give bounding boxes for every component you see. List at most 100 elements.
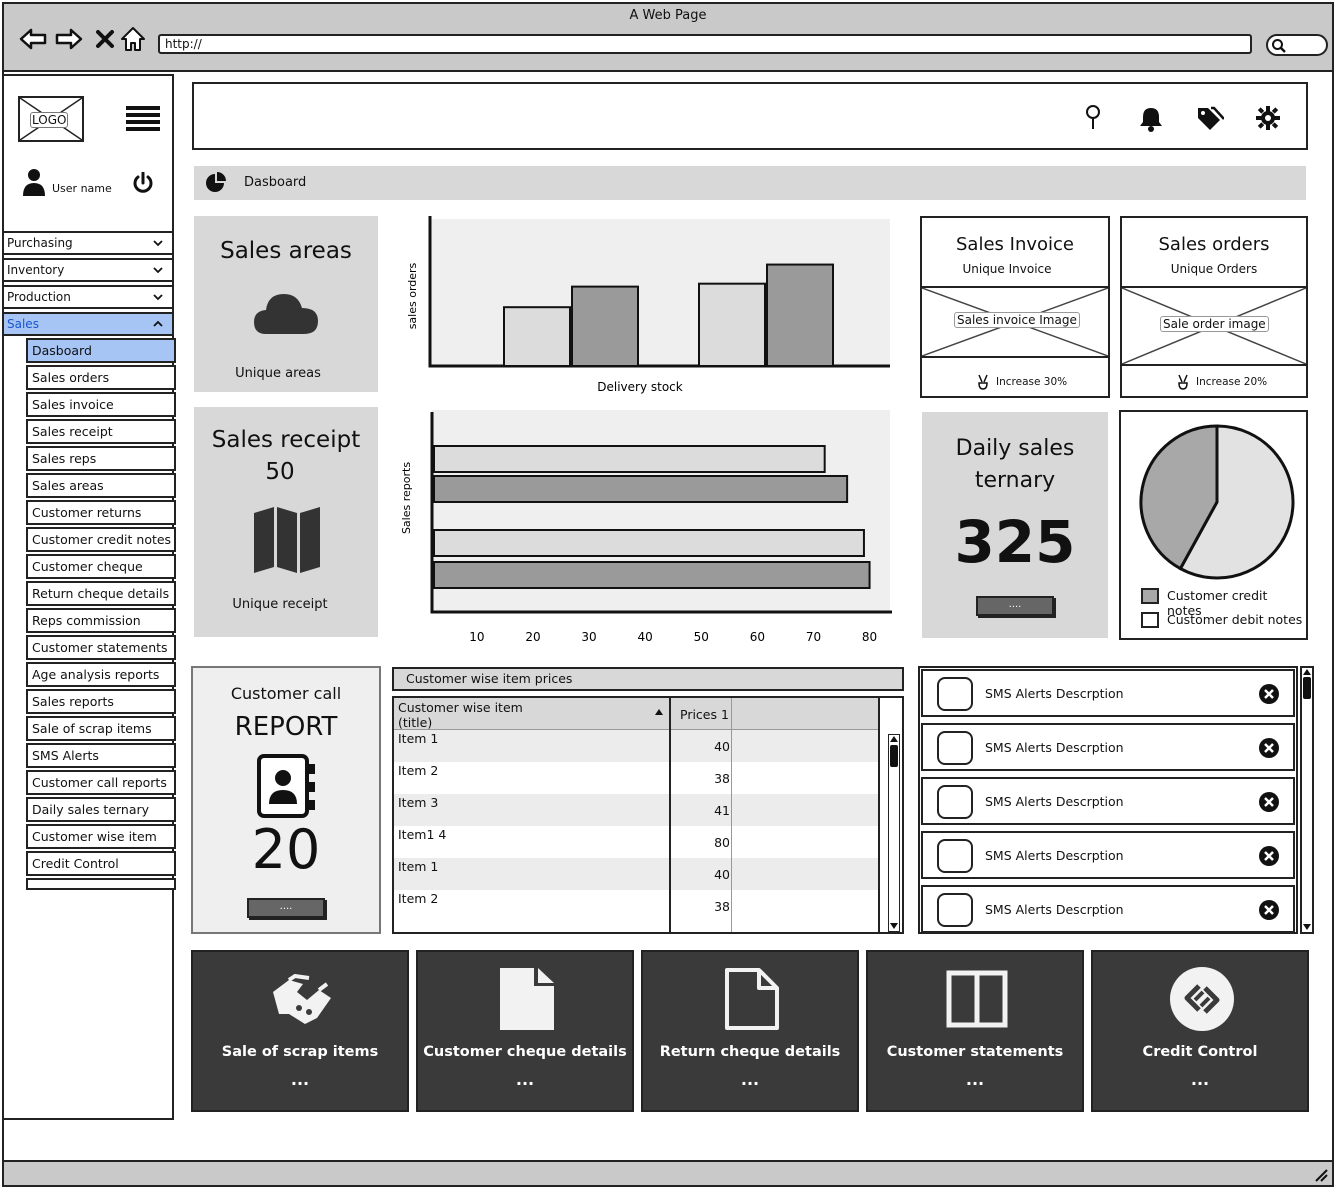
sidebar-section-production[interactable]: Production — [4, 285, 172, 309]
scroll-up-icon[interactable] — [1303, 669, 1311, 675]
hamburger-menu-icon[interactable] — [126, 106, 160, 136]
sidebar-item-sales-reports[interactable]: Sales reports — [26, 689, 176, 714]
bar-group1-bar1[interactable] — [503, 306, 571, 367]
power-icon[interactable] — [132, 171, 154, 198]
close-circle-icon[interactable] — [1259, 792, 1279, 812]
bar-group2-bar2[interactable] — [766, 263, 834, 367]
sidebar-item-customer-statements[interactable]: Customer statements — [26, 635, 176, 660]
sidebar-item-blank[interactable] — [26, 878, 176, 890]
table-row[interactable]: Item 2 38 — [394, 890, 878, 922]
tile-more[interactable]: ... — [418, 1070, 632, 1089]
sidebar-item-sales-receipt[interactable]: Sales receipt — [26, 419, 176, 444]
hbar-3[interactable] — [433, 529, 865, 557]
map-pin-icon[interactable] — [1084, 104, 1102, 130]
sms-alert-checkbox[interactable] — [937, 731, 973, 765]
scroll-thumb[interactable] — [1303, 677, 1311, 699]
tile-sale-of-scrap-items[interactable]: Sale of scrap items ... — [191, 950, 409, 1112]
home-icon[interactable] — [118, 24, 148, 54]
sms-alert-checkbox[interactable] — [937, 893, 973, 927]
close-circle-icon[interactable] — [1259, 900, 1279, 920]
sidebar-item-customer-cheque[interactable]: Customer cheque — [26, 554, 176, 579]
sidebar-item-sales-reps[interactable]: Sales reps — [26, 446, 176, 471]
sms-scrollbar[interactable] — [1300, 666, 1314, 934]
sms-alert-checkbox[interactable] — [937, 785, 973, 819]
customer-call-more-button[interactable]: .... — [247, 898, 325, 918]
bell-icon[interactable] — [1138, 106, 1164, 132]
bar-group2-bar1[interactable] — [698, 282, 766, 367]
sms-alert-checkbox[interactable] — [937, 839, 973, 873]
close-circle-icon[interactable] — [1259, 684, 1279, 704]
sms-alert-item[interactable]: SMS Alerts Descrption — [921, 831, 1295, 879]
close-icon[interactable] — [90, 24, 120, 54]
sms-alert-item[interactable]: SMS Alerts Descrption — [921, 885, 1295, 933]
column-header-item[interactable]: Customer wise item (title) — [398, 700, 658, 730]
scroll-down-icon[interactable] — [890, 923, 898, 929]
sidebar-item-daily-sales-ternary[interactable]: Daily sales ternary — [26, 797, 176, 822]
tile-credit-control[interactable]: Credit Control ... — [1091, 950, 1309, 1112]
sidebar-item-customer-credit-notes[interactable]: Customer credit notes — [26, 527, 176, 552]
browser-search-field[interactable] — [1266, 34, 1328, 56]
sidebar-section-sales[interactable]: Sales — [4, 312, 172, 336]
hbar-4[interactable] — [433, 561, 871, 589]
sidebar-item-reps-commission[interactable]: Reps commission — [26, 608, 176, 633]
table-row[interactable]: Item1 4 80 — [394, 826, 878, 858]
column-divider — [731, 698, 732, 932]
column-header-price[interactable]: Prices 1 — [680, 707, 729, 722]
back-icon[interactable] — [18, 24, 48, 54]
link-circle-icon — [1170, 967, 1234, 1031]
sidebar-section-inventory[interactable]: Inventory — [4, 258, 172, 282]
sidebar-item-customer-call-reports[interactable]: Customer call reports — [26, 770, 176, 795]
sms-alert-item[interactable]: SMS Alerts Descrption — [921, 777, 1295, 825]
sidebar-item-sales-invoice[interactable]: Sales invoice — [26, 392, 176, 417]
sort-up-icon[interactable] — [654, 708, 664, 716]
hbar-2[interactable] — [433, 475, 849, 503]
logo-text: LOGO — [30, 112, 69, 128]
sms-alert-item[interactable]: SMS Alerts Descrption — [921, 669, 1295, 717]
sidebar-item-age-analysis-reports[interactable]: Age analysis reports — [26, 662, 176, 687]
hbar-1[interactable] — [433, 445, 826, 473]
tile-more[interactable]: ... — [193, 1070, 407, 1089]
tile-return-cheque-details[interactable]: Return cheque details ... — [641, 950, 859, 1112]
sidebar-item-customer-wise-item[interactable]: Customer wise item — [26, 824, 176, 849]
search-icon — [1272, 39, 1286, 53]
tile-more[interactable]: ... — [868, 1070, 1082, 1089]
scroll-down-icon[interactable] — [1303, 924, 1311, 930]
scroll-up-icon[interactable] — [890, 736, 898, 742]
table-row[interactable]: Item 1 40 — [394, 730, 878, 762]
sidebar-item-sales-areas[interactable]: Sales areas — [26, 473, 176, 498]
sidebar-item-return-cheque-details[interactable]: Return cheque details — [26, 581, 176, 606]
bar-group1-bar2[interactable] — [571, 285, 639, 367]
daily-sales-more-button[interactable]: .... — [976, 596, 1054, 616]
forward-icon[interactable] — [54, 24, 84, 54]
resize-grip-icon[interactable] — [1314, 1168, 1328, 1182]
sidebar-item-sales-orders[interactable]: Sales orders — [26, 365, 176, 390]
close-circle-icon[interactable] — [1259, 846, 1279, 866]
x-tick-label: 30 — [581, 630, 596, 644]
cell-price: 40 — [714, 739, 730, 754]
sales-areas-caption: Unique areas — [235, 366, 321, 381]
sidebar-item-customer-returns[interactable]: Customer returns — [26, 500, 176, 525]
tile-customer-cheque-details[interactable]: Customer cheque details ... — [416, 950, 634, 1112]
sidebar-section-purchasing[interactable]: Purchasing — [4, 231, 172, 255]
sidebar-item-credit-control[interactable]: Credit Control — [26, 851, 176, 876]
tags-icon[interactable] — [1196, 106, 1224, 130]
close-circle-icon[interactable] — [1259, 738, 1279, 758]
sms-alert-checkbox[interactable] — [937, 677, 973, 711]
table-row[interactable]: Item 1 40 — [394, 858, 878, 890]
scroll-thumb[interactable] — [890, 745, 898, 767]
tile-more[interactable]: ... — [643, 1070, 857, 1089]
cell-item: Item1 4 — [398, 827, 447, 842]
address-bar[interactable]: http:// — [158, 34, 1252, 54]
sales-receipt-value: 50 — [265, 459, 295, 485]
table-row[interactable]: Item 2 38 — [394, 762, 878, 794]
sms-alert-item[interactable]: SMS Alerts Descrption — [921, 723, 1295, 771]
table-row[interactable]: Item 3 41 — [394, 794, 878, 826]
table-scrollbar[interactable] — [888, 734, 900, 932]
sidebar-item-dasboard[interactable]: Dasboard — [26, 338, 176, 363]
tile-customer-statements[interactable]: Customer statements ... — [866, 950, 1084, 1112]
sidebar-item-sale-of-scrap-items[interactable]: Sale of scrap items — [26, 716, 176, 741]
user-icon — [22, 168, 46, 200]
sidebar-item-sms-alerts[interactable]: SMS Alerts — [26, 743, 176, 768]
tile-more[interactable]: ... — [1093, 1070, 1307, 1089]
gear-icon[interactable] — [1256, 106, 1280, 130]
